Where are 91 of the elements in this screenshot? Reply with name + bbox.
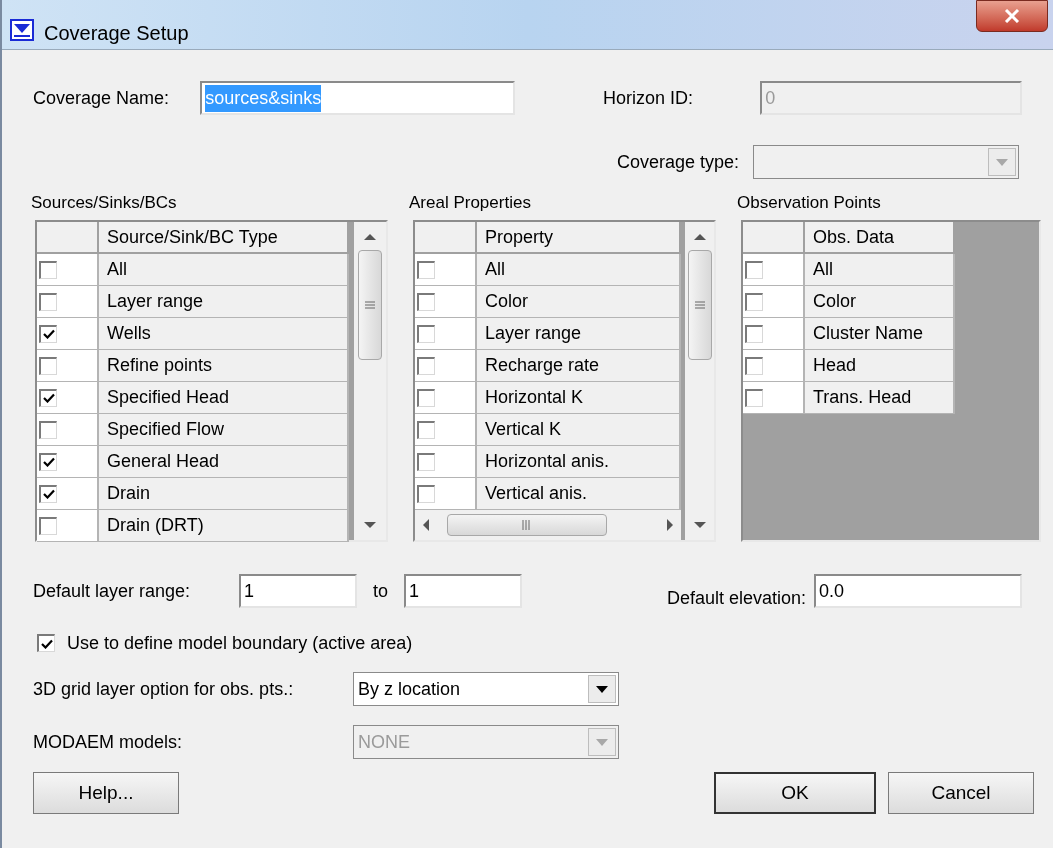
dialog-button[interactable]: OK xyxy=(714,772,876,814)
scroll-left-icon xyxy=(423,519,429,531)
table-cell: All xyxy=(477,254,681,286)
scroll-up-icon xyxy=(693,234,706,240)
scroll-down-icon xyxy=(363,522,376,528)
dialog-button[interactable]: Help... xyxy=(33,772,179,814)
scroll-right-icon xyxy=(667,519,673,531)
table-cell: Horizontal anis. xyxy=(477,446,681,478)
table-cell: Color xyxy=(805,286,955,318)
boundary-checkbox[interactable] xyxy=(37,634,55,652)
table-cell: All xyxy=(99,254,349,286)
group-label: Areal Properties xyxy=(409,192,532,214)
field-label: Default layer range: xyxy=(33,579,192,603)
checkbox[interactable] xyxy=(39,292,57,311)
grip-icon xyxy=(522,520,532,530)
checkmark-icon xyxy=(42,457,55,467)
dropdown-arrow-icon xyxy=(996,158,1008,166)
checkmark-icon xyxy=(42,489,55,499)
checkbox[interactable] xyxy=(417,484,435,503)
field-label: Coverage Name: xyxy=(33,86,171,110)
dropdown-arrow-icon xyxy=(596,738,608,746)
checkbox[interactable] xyxy=(39,452,57,471)
column-header: Obs. Data xyxy=(805,222,955,254)
checkbox[interactable] xyxy=(39,420,57,439)
checkbox[interactable] xyxy=(417,452,435,471)
layer-to-field[interactable]: 1 xyxy=(404,574,522,608)
scroll-thumb[interactable] xyxy=(447,514,607,536)
table-cell: Layer range xyxy=(99,286,349,318)
field-label: Default elevation: xyxy=(666,586,806,610)
field-label: Horizon ID: xyxy=(602,86,694,110)
checkbox[interactable] xyxy=(745,356,763,375)
field-label: MODAEM models: xyxy=(33,730,184,754)
table-cell: Color xyxy=(477,286,681,318)
app-icon xyxy=(10,19,34,41)
checkmark-icon xyxy=(40,638,53,649)
close-button[interactable] xyxy=(976,0,1048,32)
layer-from-field[interactable]: 1 xyxy=(239,574,357,608)
default-elevation-field[interactable]: 0.0 xyxy=(814,574,1022,608)
table-cell: Specified Head xyxy=(99,382,349,414)
grip-icon xyxy=(364,301,375,309)
scroll-thumb[interactable] xyxy=(357,250,382,360)
close-icon xyxy=(1004,9,1020,23)
checkbox[interactable] xyxy=(39,260,57,279)
dialog-button[interactable]: Cancel xyxy=(888,772,1034,814)
table-cell: Refine points xyxy=(99,350,349,382)
checkbox-label: Use to define model boundary (active area) xyxy=(67,631,413,655)
checkbox[interactable] xyxy=(417,388,435,407)
checkbox[interactable] xyxy=(417,260,435,279)
table-cell: Vertical anis. xyxy=(477,478,681,510)
checkbox[interactable] xyxy=(39,484,57,503)
column-header: Source/Sink/BC Type xyxy=(99,222,349,254)
checkbox[interactable] xyxy=(417,356,435,375)
range-separator: to xyxy=(373,579,388,603)
table-cell: Drain (DRT) xyxy=(99,510,349,542)
scroll-thumb[interactable] xyxy=(687,250,712,360)
checkbox[interactable] xyxy=(745,292,763,311)
table-cell: Head xyxy=(805,350,955,382)
checkbox[interactable] xyxy=(745,260,763,279)
dropdown-arrow-icon xyxy=(596,685,608,693)
table-cell: Cluster Name xyxy=(805,318,955,350)
checkbox[interactable] xyxy=(39,388,57,407)
checkbox[interactable] xyxy=(745,388,763,407)
table-cell: Vertical K xyxy=(477,414,681,446)
checkbox[interactable] xyxy=(39,516,57,535)
table-cell: General Head xyxy=(99,446,349,478)
field-label: Coverage type: xyxy=(616,150,739,174)
grid-layer-dropdown[interactable]: By z location xyxy=(353,672,619,706)
table-cell: Wells xyxy=(99,318,349,350)
grip-icon xyxy=(694,301,705,309)
checkbox[interactable] xyxy=(39,324,57,343)
group-label: Observation Points xyxy=(737,192,882,214)
checkmark-icon xyxy=(42,329,55,339)
field-label: 3D grid layer option for obs. pts.: xyxy=(33,677,295,701)
table-cell: Recharge rate xyxy=(477,350,681,382)
window-title: Coverage Setup xyxy=(44,21,189,46)
table-cell: Layer range xyxy=(477,318,681,350)
table-cell: Drain xyxy=(99,478,349,510)
group-label: Sources/Sinks/BCs xyxy=(31,192,178,214)
checkbox[interactable] xyxy=(39,356,57,375)
column-header: Property xyxy=(477,222,681,254)
checkmark-icon xyxy=(42,393,55,403)
table-cell: All xyxy=(805,254,955,286)
checkbox[interactable] xyxy=(417,420,435,439)
scroll-up-icon xyxy=(363,234,376,240)
table-cell: Horizontal K xyxy=(477,382,681,414)
scroll-down-icon xyxy=(693,522,706,528)
checkbox[interactable] xyxy=(417,324,435,343)
table-cell: Specified Flow xyxy=(99,414,349,446)
table-cell: Trans. Head xyxy=(805,382,955,414)
checkbox[interactable] xyxy=(417,292,435,311)
checkbox[interactable] xyxy=(745,324,763,343)
